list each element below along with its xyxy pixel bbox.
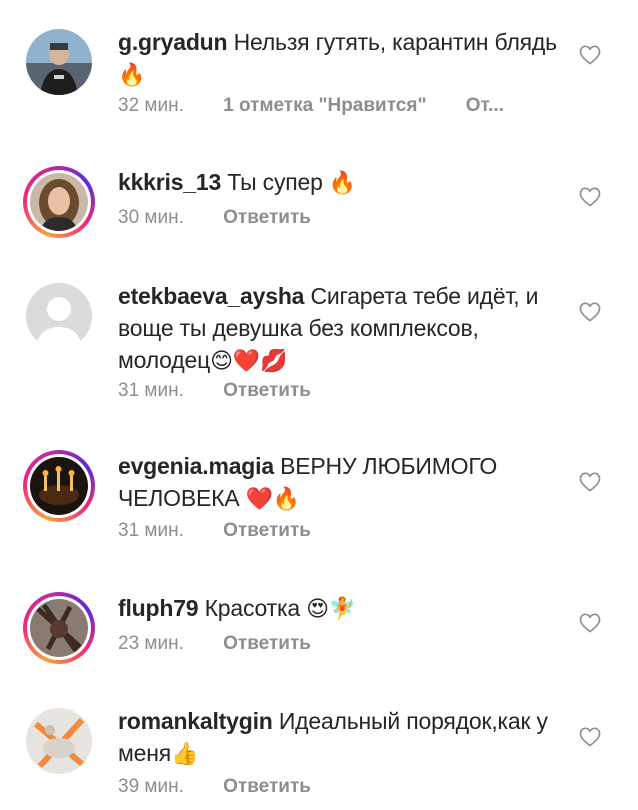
- comment-username[interactable]: kkkris_13: [118, 169, 221, 195]
- avatar-image: [30, 173, 88, 231]
- comment-time: 39 мин.: [118, 776, 184, 797]
- heart-fire-emoji-icon: ❤️🔥: [245, 487, 301, 512]
- comment-username[interactable]: romankaltygin: [118, 708, 273, 734]
- comment-text: etekbaeva_aysha Сигарета тебе идёт, и во…: [118, 280, 558, 378]
- avatar-image: [26, 29, 92, 95]
- avatar-story-ring[interactable]: [23, 166, 95, 238]
- reply-button[interactable]: Ответить: [223, 520, 311, 542]
- comment-text: g.gryadun Нельзя гутять, карантин блядь …: [118, 26, 558, 92]
- thumbs-up-emoji-icon: 👍: [170, 742, 199, 767]
- comment-body: Ты супер: [227, 169, 323, 195]
- comment-time: 30 мин.: [118, 207, 184, 228]
- avatar[interactable]: [23, 705, 95, 777]
- avatar[interactable]: [23, 26, 95, 98]
- comment-text: fluph79 Красотка 😍🧚: [118, 592, 558, 626]
- heart-outline-icon[interactable]: [579, 302, 601, 322]
- comment-username[interactable]: g.gryadun: [118, 29, 228, 55]
- comment-meta: 31 мин. Ответить: [118, 520, 311, 542]
- comment-meta: 30 мин. Ответить: [118, 207, 311, 229]
- comment-body: Нельзя гутять, карантин блядь: [233, 29, 558, 55]
- emoji-group-icon: 😊❤️💋: [210, 349, 288, 374]
- reply-button[interactable]: Ответить: [223, 380, 311, 402]
- heart-outline-icon[interactable]: [579, 45, 601, 65]
- comment-text: kkkris_13 Ты супер 🔥: [118, 166, 558, 200]
- comment-time: 31 мин.: [118, 520, 184, 541]
- comment-text: romankaltygin Идеальный порядок,как у ме…: [118, 705, 558, 771]
- reply-button[interactable]: Ответить: [223, 776, 311, 798]
- fire-emoji-icon: 🔥: [118, 63, 146, 88]
- likes-count-link[interactable]: 1 отметка "Нравится": [223, 95, 426, 117]
- comment-time: 31 мин.: [118, 380, 184, 401]
- comment-meta: 39 мин. Ответить: [118, 776, 311, 798]
- heart-outline-icon[interactable]: [579, 187, 601, 207]
- heart-outline-icon[interactable]: [579, 472, 601, 492]
- comment-time: 32 мин.: [118, 95, 184, 116]
- reply-button[interactable]: Ответить: [223, 207, 311, 229]
- heart-outline-icon[interactable]: [579, 727, 601, 747]
- avatar-image: [26, 708, 92, 774]
- avatar[interactable]: [23, 280, 95, 352]
- avatar-default-image: [26, 283, 92, 349]
- comment-text: evgenia.magia ВЕРНУ ЛЮБИМОГО ЧЕЛОВЕКА ❤️…: [118, 450, 558, 516]
- fire-emoji-icon: 🔥: [328, 171, 357, 196]
- avatar-image: [30, 599, 88, 657]
- heart-eyes-fairy-emoji-icon: 😍🧚: [306, 597, 357, 622]
- comment-time: 23 мин.: [118, 633, 184, 654]
- comment-username[interactable]: fluph79: [118, 595, 199, 621]
- reply-button[interactable]: Ответить: [223, 633, 311, 655]
- comment-meta: 23 мин. Ответить: [118, 633, 311, 655]
- comment-body: Красотка: [204, 595, 301, 621]
- comment-meta: 31 мин. Ответить: [118, 380, 311, 402]
- avatar-story-ring[interactable]: [23, 592, 95, 664]
- heart-outline-icon[interactable]: [579, 613, 601, 633]
- comment-username[interactable]: etekbaeva_aysha: [118, 283, 304, 309]
- comment-username[interactable]: evgenia.magia: [118, 453, 274, 479]
- reply-button[interactable]: От...: [466, 95, 504, 117]
- avatar-story-ring[interactable]: [23, 450, 95, 522]
- avatar-image: [30, 457, 88, 515]
- comment-meta: 32 мин. 1 отметка "Нравится" От...: [118, 95, 504, 117]
